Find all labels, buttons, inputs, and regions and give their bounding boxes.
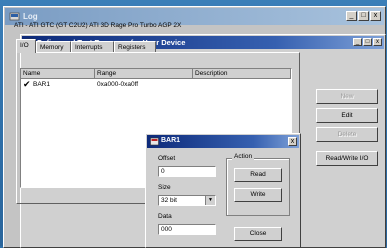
bar1-dialog: BAR1 x Offset 0 Size 32 bit ▼ Data 000 A… [145,133,301,248]
read-write-io-button[interactable]: Read/Write I/O [316,151,378,166]
checkmark-icon[interactable]: ✔ [23,80,31,89]
device-name: ATI - ATI GTC (GT C2U2) ATI 3D Rage Pro … [14,22,182,29]
action-group [226,158,290,216]
write-button[interactable]: Write [234,188,282,202]
size-select[interactable]: 32 bit ▼ [158,195,216,206]
row-name: BAR1 [33,81,50,88]
list-header: Name Range Description [21,69,291,79]
bar1-close-icon[interactable]: x [288,137,297,146]
tab-memory[interactable]: Memory [36,41,71,52]
new-button[interactable]: New [316,89,378,104]
column-name[interactable]: Name [21,69,95,79]
column-description[interactable]: Description [193,69,291,79]
offset-label: Offset [158,155,176,162]
data-input[interactable]: 000 [158,224,216,235]
tab-registers[interactable]: Registers [114,41,156,52]
edit-button[interactable]: Edit [316,108,378,123]
action-label: Action [232,153,255,160]
data-label: Data [158,213,172,220]
log-title: Log [23,12,38,21]
bar1-icon [150,137,159,146]
offset-input[interactable]: 0 [158,166,216,177]
app-icon [9,12,20,21]
size-label: Size [158,184,171,191]
column-range[interactable]: Range [95,69,193,79]
bar1-title-bar[interactable]: BAR1 x [147,135,299,148]
tab-interrupts[interactable]: Interrupts [71,41,114,52]
delete-button[interactable]: Delete [316,127,378,142]
dialog-minimize-button[interactable]: _ [353,38,362,46]
chevron-down-icon[interactable]: ▼ [205,196,215,205]
bar1-title: BAR1 [161,137,181,144]
maximize-button[interactable]: □ [358,11,369,21]
tab-io[interactable]: I/O [16,39,36,53]
minimize-button[interactable]: _ [346,11,357,21]
row-range: 0xa000-0xa0ff [97,81,139,88]
close-button[interactable]: x [370,11,381,21]
read-button[interactable]: Read [234,168,282,182]
size-value: 32 bit [161,197,177,204]
dialog-maximize-button[interactable]: □ [363,38,372,46]
list-item[interactable]: ✔ BAR1 0xa000-0xa0ff [21,80,291,90]
dialog-close-button[interactable]: x [373,38,382,46]
close-button-bar1[interactable]: Close [234,227,282,241]
